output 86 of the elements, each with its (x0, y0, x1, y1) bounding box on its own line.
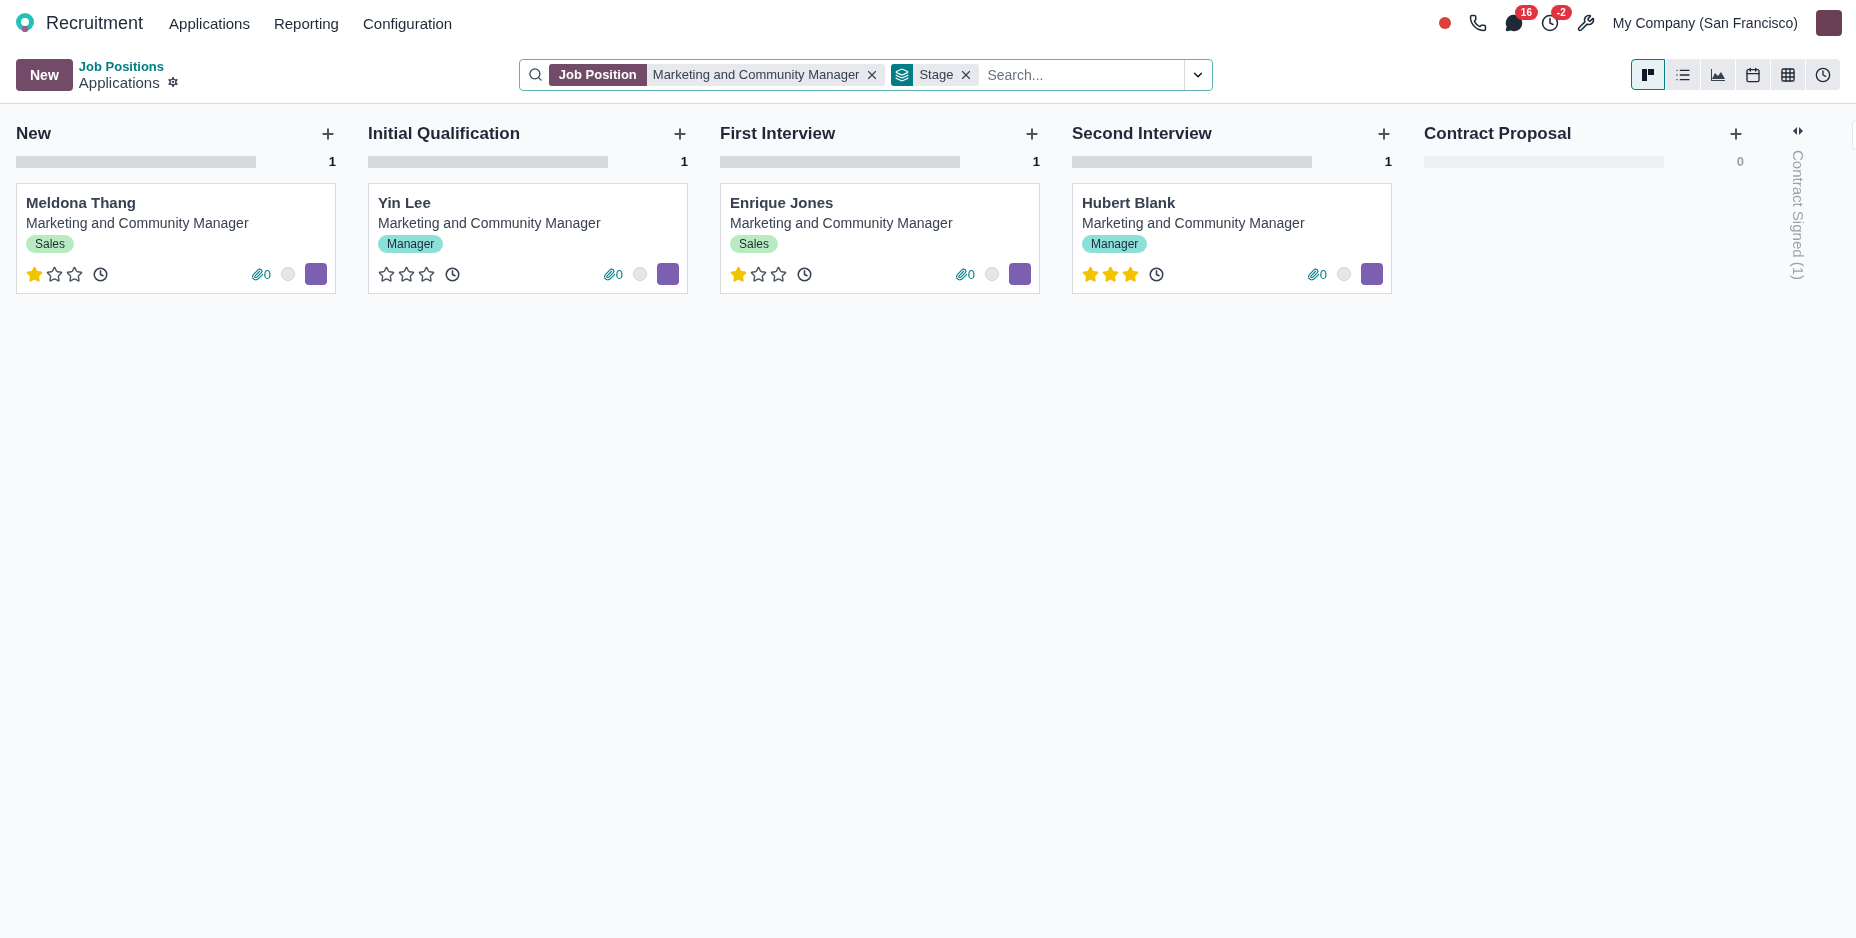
attachment-count: 0 (263, 266, 271, 282)
column-count: 1 (680, 154, 688, 169)
menu-item[interactable]: Applications (159, 8, 260, 38)
settings-icon[interactable] (165, 75, 180, 89)
paperclip-icon (250, 267, 264, 281)
column-title: New (16, 124, 51, 144)
calendar-icon (1745, 66, 1761, 83)
star-icon[interactable] (418, 265, 435, 283)
app-logo[interactable] (14, 12, 36, 34)
applicant-name: Hubert Blank (1082, 194, 1177, 211)
column-count: 1 (1384, 154, 1392, 169)
phone-icon[interactable] (1468, 14, 1487, 32)
column-title: Contract Proposal (1424, 124, 1572, 144)
add-icon[interactable] (1024, 126, 1040, 142)
facet-label: Job Position (548, 63, 647, 86)
job-title: Marketing and Community Manager (26, 215, 250, 231)
job-title: Marketing and Community Manager (1082, 215, 1306, 231)
column-count: 1 (328, 154, 336, 169)
applicant-card[interactable]: Enrique Jones Marketing and Community Manager Sales 0 (720, 183, 1040, 294)
activity-count: -2 (1550, 5, 1572, 20)
company-switcher[interactable]: My Company (San Francisco) (1612, 15, 1798, 31)
facet-value: Marketing and Community Manager (651, 67, 861, 82)
clock-icon[interactable] (93, 266, 108, 282)
expand-icon[interactable] (1792, 126, 1804, 136)
clock-icon[interactable] (1540, 14, 1559, 32)
menu-item[interactable]: Reporting (263, 8, 349, 38)
avatar-icon (657, 263, 679, 285)
attachment-count: 0 (967, 266, 975, 282)
clock-icon[interactable] (797, 266, 812, 282)
star-icon[interactable] (66, 265, 83, 283)
star-icon[interactable] (770, 265, 787, 283)
applicant-name: Meldona Thang (26, 194, 137, 211)
star-icon[interactable] (750, 265, 767, 283)
clock-icon[interactable] (1149, 266, 1164, 282)
search-field[interactable]: Job Position Marketing and Community Manager Stage Search... (518, 58, 1213, 91)
message-count: 16 (1514, 5, 1538, 20)
paperclip-icon (1306, 267, 1320, 281)
paperclip-icon (602, 267, 616, 281)
job-title: Marketing and Community Manager (378, 215, 602, 231)
status-dot[interactable] (1438, 17, 1451, 29)
avatar-icon (305, 263, 327, 285)
applicant-name: Yin Lee (378, 194, 432, 211)
tag: Sales (26, 235, 75, 253)
tag: Manager (1082, 235, 1148, 253)
grid-icon (1780, 66, 1796, 83)
column-title: Initial Qualification (368, 124, 521, 144)
kanban-icon (1640, 66, 1656, 83)
column-count: 0 (1736, 154, 1744, 169)
avatar-icon (1361, 263, 1383, 285)
layers-icon (891, 63, 914, 86)
star-icon[interactable] (398, 265, 415, 283)
tag: Sales (730, 235, 779, 253)
job-title: Marketing and Community Manager (730, 215, 954, 231)
clock-icon[interactable] (445, 266, 460, 282)
column-title: Second Interview (1072, 124, 1212, 144)
tools-icon[interactable] (1576, 14, 1595, 32)
add-icon[interactable] (1728, 126, 1744, 142)
app-name[interactable]: Recruitment (46, 12, 144, 34)
add-icon[interactable] (320, 126, 336, 142)
filter-facet[interactable]: Stage (891, 63, 980, 86)
attachment-count: 0 (615, 266, 623, 282)
star-icon[interactable] (46, 265, 63, 283)
chat-icon[interactable] (1504, 14, 1523, 32)
add-icon[interactable] (672, 126, 688, 142)
column-count: 1 (1032, 154, 1040, 169)
filter-facet[interactable]: Job Position Marketing and Community Manager (548, 63, 886, 86)
tag: Manager (378, 235, 444, 253)
star-icon[interactable] (378, 265, 395, 283)
column-title: First Interview (720, 124, 836, 144)
page-title: Applications (78, 73, 160, 91)
applicant-name: Enrique Jones (730, 194, 835, 211)
paperclip-icon (954, 267, 968, 281)
clock-icon (1815, 66, 1831, 83)
applicant-card[interactable]: Meldona Thang Marketing and Community Manager Sales 0 (16, 183, 336, 294)
area-chart-icon (1710, 66, 1726, 83)
menu-item[interactable]: Configuration (352, 8, 463, 38)
attachment-count: 0 (1319, 266, 1327, 282)
add-icon[interactable] (1376, 126, 1392, 142)
breadcrumb-link[interactable]: Job Positions (78, 58, 519, 74)
search-icon (527, 67, 543, 82)
applicant-card[interactable]: Yin Lee Marketing and Community Manager Manager 0 (368, 183, 688, 294)
avatar-icon (1009, 263, 1031, 285)
view-switch-button[interactable] (1631, 59, 1665, 90)
facet-value: Stage (918, 67, 955, 82)
new-button[interactable]: New (16, 58, 73, 91)
applicant-card[interactable]: Hubert Blank Marketing and Community Manager Manager 0 (1072, 183, 1392, 294)
